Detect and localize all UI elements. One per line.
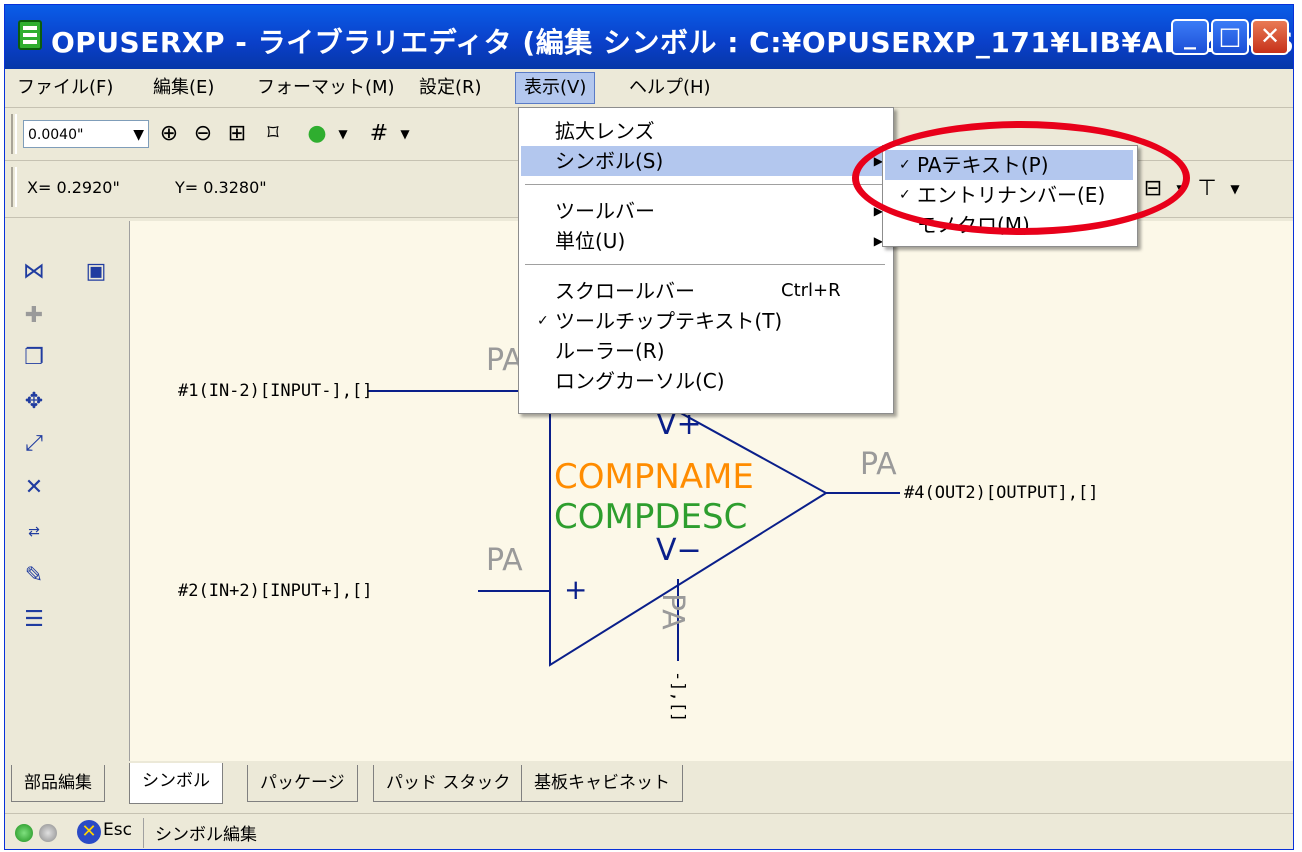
tab-symbol[interactable]: シンボル (129, 763, 223, 804)
properties-tool-icon[interactable]: ▣ (81, 257, 111, 287)
tab-pad-stack[interactable]: パッド スタック (373, 765, 524, 802)
view-menu-magnifier[interactable]: 拡大レンズ (521, 116, 889, 146)
checkmark-icon: ✓ (537, 313, 549, 329)
pin2-label: #2(IN+2)[INPUT+],[] (178, 581, 373, 601)
grid-size-value: 0.0040" (28, 127, 84, 143)
resize-icon[interactable]: ⤢ (19, 429, 49, 459)
application-window: OPUSERXP - ライブラリエディタ (編集 シンボル : C:¥OPUSE… (4, 4, 1294, 850)
tab-board-cabinet[interactable]: 基板キャビネット (521, 765, 683, 802)
copy-icon[interactable]: ❐ (19, 343, 49, 373)
select-tool-icon[interactable]: ⋈ (19, 257, 49, 287)
menu-item-label: 拡大レンズ (555, 119, 655, 143)
menu-separator (525, 264, 885, 265)
add-component-icon[interactable]: ✚ (19, 301, 49, 331)
toolbar-grip[interactable] (11, 167, 17, 207)
pa-label-pin4: PA (860, 447, 897, 482)
menu-help[interactable]: ヘルプ(H) (621, 73, 719, 103)
status-bar: ✕ Esc シンボル編集 (5, 813, 1293, 849)
distribute-dropdown-icon[interactable]: ▼ (1221, 175, 1249, 203)
toolbar-grip[interactable] (11, 114, 17, 154)
tab-component-edit[interactable]: 部品編集 (11, 765, 105, 802)
left-toolbar: ⋈ ▣ ✚ ❐ ✥ ⤢ ✕ ⇄ ✎ ☰ (5, 221, 129, 761)
minimize-button[interactable]: _ (1171, 19, 1209, 55)
tab-package[interactable]: パッケージ (247, 765, 358, 802)
window-title: OPUSERXP - ライブラリエディタ (編集 シンボル : C:¥OPUSE… (51, 26, 1294, 59)
menu-separator (525, 184, 885, 185)
view-menu-ruler[interactable]: ルーラー(R) (521, 336, 889, 366)
y-coordinate: Y= 0.3280" (175, 178, 267, 197)
grid-size-combo[interactable]: 0.0040" ▼ (23, 120, 149, 148)
v-minus-label: V− (656, 533, 702, 568)
view-menu-symbol[interactable]: シンボル(S) ▶ (521, 146, 889, 176)
pa-label-pin2: PA (486, 543, 523, 578)
status-divider (143, 818, 144, 848)
menu-shortcut: Ctrl+R (781, 280, 841, 301)
compdesc-label: COMPDESC (554, 497, 748, 537)
menu-item-label: スクロールバー (555, 279, 695, 303)
x-coordinate: X= 0.2920" (27, 178, 120, 197)
pin-dropdown-icon[interactable]: ▼ (329, 120, 357, 148)
menu-item-label: シンボル(S) (555, 149, 664, 173)
pin-tool-icon[interactable]: ● (303, 120, 331, 148)
pin-bottom-label: -],[] (668, 671, 688, 723)
view-menu-unit[interactable]: 単位(U) ▶ (521, 226, 889, 256)
view-menu-scrollbar[interactable]: スクロールバー Ctrl+R (521, 276, 889, 306)
menu-item-label: ルーラー(R) (555, 339, 665, 363)
view-menu-tooltip[interactable]: ✓ ツールチップテキスト(T) (521, 306, 889, 336)
pin1-label: #1(IN-2)[INPUT-],[] (178, 381, 373, 401)
esc-icon[interactable]: ✕ (77, 820, 101, 844)
view-menu-dropdown: 拡大レンズ シンボル(S) ▶ ツールバー ▶ 単位(U) ▶ スクロールバー … (518, 107, 894, 414)
menu-file[interactable]: ファイル(F) (9, 73, 121, 103)
delete-icon[interactable]: ✕ (19, 473, 49, 503)
grid-dropdown-icon[interactable]: ▼ (391, 120, 419, 148)
menu-item-label: ツールバー (555, 199, 655, 223)
green-led-icon (15, 824, 33, 842)
renumber-icon[interactable]: ⇄ (19, 517, 49, 547)
move-icon[interactable]: ✥ (19, 387, 49, 417)
view-menu-toolbar[interactable]: ツールバー ▶ (521, 196, 889, 226)
compname-label: COMPNAME (554, 457, 754, 497)
highlight-oval (852, 121, 1190, 235)
menu-format[interactable]: フォーマット(M) (249, 73, 403, 103)
gray-led-icon (39, 824, 57, 842)
zoom-fit-icon[interactable]: ⌑ (259, 120, 287, 148)
menu-item-label: ツールチップテキスト(T) (555, 309, 783, 333)
editor-tabs: 部品編集 シンボル パッケージ パッド スタック 基板キャビネット (5, 761, 1293, 807)
grid-icon[interactable]: # (365, 120, 393, 148)
close-button[interactable]: ✕ (1251, 19, 1289, 55)
distribute-icon[interactable]: ⊤ (1193, 175, 1221, 203)
pin4-label: #4(OUT2)[OUTPUT],[] (904, 483, 1099, 503)
chevron-down-icon[interactable]: ▼ (133, 121, 144, 149)
menu-item-label: 単位(U) (555, 229, 626, 253)
edit-text-icon[interactable]: ✎ (19, 561, 49, 591)
menu-edit[interactable]: 編集(E) (145, 73, 222, 103)
view-menu-long-cursor[interactable]: ロングカーソル(C) (521, 366, 889, 396)
menu-bar: ファイル(F) 編集(E) フォーマット(M) 設定(R) 表示(V) ヘルプ(… (5, 69, 1293, 108)
plus-sign: + (564, 573, 588, 606)
menu-settings[interactable]: 設定(R) (411, 73, 490, 103)
maximize-button[interactable]: □ (1211, 19, 1249, 55)
attributes-icon[interactable]: ☰ (19, 605, 49, 635)
esc-label: Esc (103, 820, 132, 840)
status-mode: シンボル編集 (155, 825, 257, 845)
menu-view[interactable]: 表示(V) (515, 72, 596, 104)
zoom-out-icon[interactable]: ⊖ (189, 120, 217, 148)
app-icon (18, 20, 42, 50)
menu-item-label: ロングカーソル(C) (555, 369, 725, 393)
title-bar[interactable]: OPUSERXP - ライブラリエディタ (編集 シンボル : C:¥OPUSE… (5, 5, 1293, 69)
zoom-in-icon[interactable]: ⊕ (155, 120, 183, 148)
zoom-area-icon[interactable]: ⊞ (223, 120, 251, 148)
pa-label-bottom: PA (655, 593, 690, 630)
